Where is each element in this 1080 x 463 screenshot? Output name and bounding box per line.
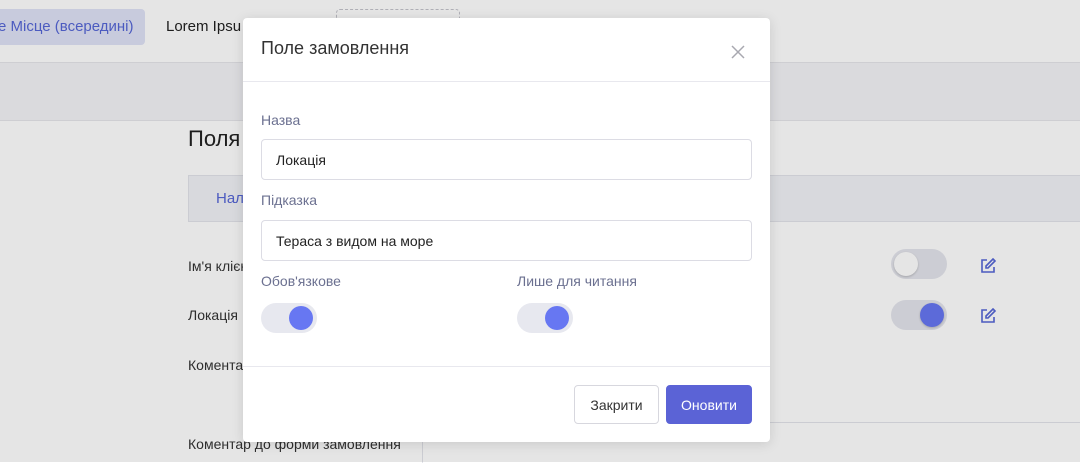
toggle-knob [289, 306, 313, 330]
readonly-label: Лише для читання [517, 273, 637, 289]
name-input[interactable] [261, 139, 752, 180]
dialog-footer: Закрити Оновити [243, 366, 770, 443]
readonly-toggle[interactable] [517, 303, 573, 333]
dialog-title: Поле замовлення [261, 38, 410, 58]
toggle-knob [545, 306, 569, 330]
dialog-header: Поле замовлення [243, 18, 770, 82]
close-icon[interactable] [729, 43, 747, 61]
update-button[interactable]: Оновити [666, 385, 752, 424]
order-field-dialog: Поле замовлення Назва Підказка Обов'язко… [243, 18, 770, 442]
required-label: Обов'язкове [261, 273, 341, 289]
required-toggle[interactable] [261, 303, 317, 333]
close-button[interactable]: Закрити [574, 385, 659, 424]
hint-input[interactable] [261, 220, 752, 261]
hint-label: Підказка [261, 192, 318, 208]
name-label: Назва [261, 112, 301, 128]
